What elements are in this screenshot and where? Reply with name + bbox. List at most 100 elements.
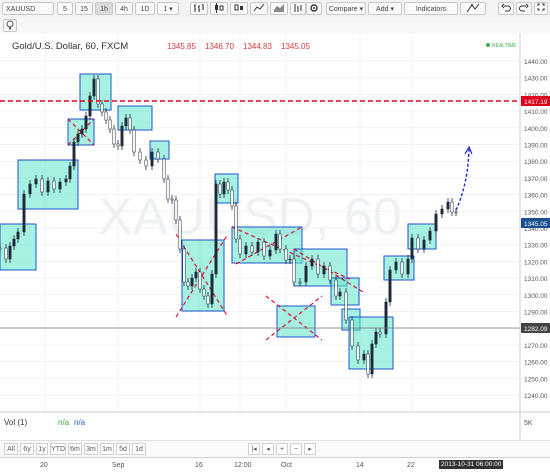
candle-body	[410, 237, 414, 260]
indicators-label: Indicators	[415, 6, 447, 13]
candle-body	[298, 281, 302, 284]
add-label: Add	[376, 6, 389, 13]
interval-5m-button[interactable]: 5	[57, 2, 73, 15]
candle-body	[406, 258, 410, 275]
chart-title: Gold/U.S. Dollar, 60, FXCM	[12, 41, 128, 52]
timeframe-ytd-button[interactable]: YTD	[50, 443, 66, 455]
candle-body	[58, 181, 62, 190]
time-label-sep: Sep	[112, 462, 125, 469]
candle-body	[234, 205, 238, 240]
price-tick-label: 1310.00	[524, 276, 548, 283]
scroll-left-icon[interactable]: ◂	[262, 443, 274, 455]
candles-style-icon[interactable]	[210, 2, 228, 15]
candle-body	[198, 271, 202, 290]
add-button[interactable]: Add ▾	[368, 2, 402, 15]
candle-body	[310, 258, 314, 267]
interval-dropdown[interactable]: 1 ▾	[157, 2, 179, 15]
compare-button[interactable]: Compare ▾	[326, 2, 366, 15]
candle-body	[384, 301, 388, 335]
heikin-ashi-icon[interactable]	[290, 2, 306, 15]
price-axis[interactable]: 1440.001430.001420.001410.001400.001390.…	[524, 59, 548, 400]
candle-body	[84, 115, 88, 130]
timeframe-1d-button[interactable]: 1d	[132, 443, 146, 455]
indicators-button[interactable]: Indicators	[404, 2, 458, 15]
scroll-start-icon[interactable]: |◂	[248, 443, 260, 455]
candle-body	[0, 247, 2, 250]
timeframe-all-button[interactable]: All	[4, 443, 18, 455]
price-tick-label: 1360.00	[524, 193, 548, 200]
candle-body	[388, 269, 392, 303]
timeframe-bar: All 6y 1y YTD 6m 3m 1m 5d 1d |◂ ◂ + − ▸	[0, 440, 550, 458]
candle-body	[128, 117, 132, 131]
secondary-toolbar	[0, 18, 550, 35]
price-chart[interactable]: XAUUSD, 60 Gold/U.S. Dollar, 60, FXCM 13…	[0, 34, 550, 440]
candles-hollow-icon[interactable]	[230, 2, 248, 15]
drawing-rectangle[interactable]	[214, 173, 239, 204]
timeframe-1m-button[interactable]: 1m	[100, 443, 114, 455]
drawing-rectangle[interactable]	[79, 73, 112, 111]
candle-body	[222, 181, 226, 195]
price-tick-label: 1320.00	[524, 259, 548, 266]
interval-1d-button[interactable]: 1D	[135, 2, 155, 15]
settings-gear-icon[interactable]	[306, 2, 322, 15]
scroll-right-icon[interactable]: ▸	[304, 443, 316, 455]
candle-body	[206, 295, 210, 305]
price-tick-label: 1410.00	[524, 109, 548, 116]
price-tick-label: 1400.00	[524, 126, 548, 133]
timeframe-6y-button[interactable]: 6y	[20, 443, 34, 455]
candle-body	[250, 245, 254, 253]
interval-15m-button[interactable]: 15	[75, 2, 93, 15]
realtime-label: REALTIME	[492, 43, 517, 49]
drawing-rectangle[interactable]	[276, 305, 316, 338]
candle-body	[394, 261, 398, 271]
timeframe-1y-button[interactable]: 1y	[36, 443, 48, 455]
volume-value-1: n/a	[58, 418, 70, 427]
redo-icon[interactable]	[516, 2, 532, 15]
interval-4h-button[interactable]: 4h	[115, 2, 133, 15]
lightbulb-icon[interactable]	[3, 19, 17, 32]
candle-body	[210, 273, 214, 305]
last-price-label: 1345.05	[524, 221, 548, 228]
timeframe-6m-button[interactable]: 6m	[68, 443, 82, 455]
undo-icon[interactable]	[498, 2, 514, 15]
candle-body	[366, 353, 370, 375]
candle-body	[132, 129, 136, 153]
timeframe-3m-button[interactable]: 3m	[84, 443, 98, 455]
volume-value-2: n/a	[74, 418, 86, 427]
candle-body	[156, 151, 160, 160]
top-toolbar: XAUUSD 5 15 1h 4h 1D 1 ▾ Compare ▾ Add ▾…	[0, 0, 550, 19]
candle-body	[356, 345, 360, 361]
area-style-icon[interactable]	[270, 2, 288, 15]
candle-body	[4, 247, 8, 260]
candle-body	[72, 141, 76, 167]
candle-body	[338, 291, 342, 297]
support-price-label: 1282.09	[524, 326, 548, 333]
zoom-in-icon[interactable]: +	[276, 443, 288, 455]
time-axis[interactable]: 20 Sep 16 12:00 Oct 14 22 2013-10-31 06:…	[0, 457, 550, 475]
candle-body	[284, 248, 288, 261]
candle-body	[316, 258, 320, 275]
candle-body	[422, 239, 426, 250]
timeframe-5d-button[interactable]: 5d	[116, 443, 130, 455]
symbol-search-input[interactable]: XAUUSD	[2, 2, 54, 15]
ohlc-close: 1345.05	[281, 42, 310, 51]
price-tick-label: 1440.00	[524, 59, 548, 66]
drawing-templates-icon[interactable]	[460, 2, 486, 15]
candle-body	[344, 291, 348, 321]
candle-body	[144, 159, 148, 167]
resistance-price-label: 1417.19	[524, 99, 548, 106]
candle-body	[416, 237, 420, 250]
line-style-icon[interactable]	[250, 2, 268, 15]
candle-body	[40, 178, 44, 193]
candle-body	[166, 178, 170, 200]
price-tick-label: 1240.00	[524, 393, 548, 400]
zoom-out-icon[interactable]: −	[290, 443, 302, 455]
bars-style-icon[interactable]	[190, 2, 208, 15]
fullscreen-icon[interactable]	[534, 2, 548, 15]
drawing-rectangle[interactable]	[383, 255, 415, 281]
interval-1h-button[interactable]: 1h	[95, 2, 113, 15]
time-label-14: 14	[356, 462, 364, 469]
candle-body	[278, 233, 282, 250]
candle-body	[174, 199, 178, 221]
candle-body	[190, 277, 194, 287]
